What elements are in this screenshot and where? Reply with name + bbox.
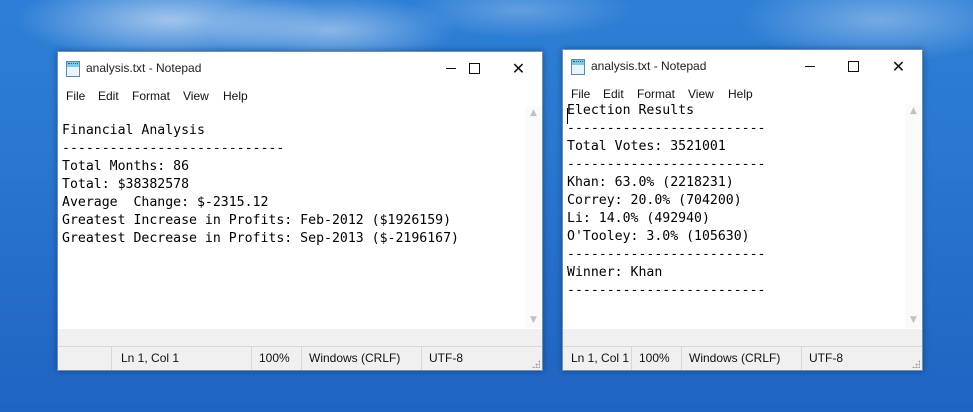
resize-grip-icon[interactable] [912,360,920,368]
text-line: O'Tooley: 3.0% (105630) [567,229,750,244]
text-line: ------------------------- [567,121,766,136]
menu-help[interactable]: Help [223,89,248,103]
status-encoding: UTF-8 [809,351,843,365]
status-encoding: UTF-8 [429,351,463,365]
text-line: Average Change: $-2315.12 [62,195,269,210]
status-divider [251,347,252,370]
text-line: Li: 14.0% (492940) [567,211,710,226]
text-line: Total: $38382578 [62,177,190,192]
status-divider [801,347,802,370]
window-title: analysis.txt - Notepad [591,59,707,73]
resize-grip-icon[interactable] [532,360,540,368]
text-line: Correy: 20.0% (704200) [567,193,742,208]
status-bar: Ln 1, Col 1 100% Windows (CRLF) UTF-8 [563,346,922,370]
menu-edit[interactable]: Edit [603,87,624,101]
minimize-icon [804,66,815,67]
menu-view[interactable]: View [688,87,714,101]
notepad-icon [66,61,80,77]
status-bar: Ln 1, Col 1 100% Windows (CRLF) UTF-8 [58,346,542,370]
vertical-scrollbar[interactable]: ▲ ▼ [525,106,542,328]
text-line: Khan: 63.0% (2218231) [567,175,734,190]
text-line: Financial Analysis [62,123,205,138]
close-button[interactable]: ✕ [876,50,921,83]
title-bar[interactable]: analysis.txt - Notepad ✕ [58,52,542,86]
window-title: analysis.txt - Notepad [86,61,202,75]
scroll-up-icon[interactable]: ▲ [909,107,918,116]
status-divider [301,347,302,370]
status-line-ending: Windows (CRLF) [689,351,781,365]
menu-edit[interactable]: Edit [98,89,119,103]
text-line: Greatest Decrease in Profits: Sep-2013 (… [62,231,459,246]
menu-file[interactable]: File [66,89,85,103]
status-position: Ln 1, Col 1 [121,351,180,365]
horizontal-scrollbar[interactable] [58,329,542,346]
text-line: Winner: Khan [567,265,663,280]
maximize-button[interactable] [831,50,876,83]
close-icon: ✕ [511,59,526,78]
menu-bar: File Edit Format View Help [563,84,922,104]
notepad-icon [571,59,585,75]
text-line: Election Results [567,103,695,118]
status-zoom: 100% [639,351,670,365]
text-line: Total Months: 86 [62,159,190,174]
status-divider [681,347,682,370]
text-line: ------------------------- [567,247,766,262]
menu-help[interactable]: Help [728,87,753,101]
title-bar[interactable]: analysis.txt - Notepad ✕ [563,50,922,84]
menu-view[interactable]: View [183,89,209,103]
close-button[interactable]: ✕ [496,52,541,85]
status-line-ending: Windows (CRLF) [309,351,401,365]
vertical-scrollbar[interactable]: ▲ ▼ [905,104,922,328]
scroll-up-icon[interactable]: ▲ [529,109,538,118]
maximize-icon [848,61,859,72]
notepad-window-election[interactable]: analysis.txt - Notepad ✕ File Edit Forma… [562,49,923,371]
status-position: Ln 1, Col 1 [571,351,630,365]
close-icon: ✕ [891,57,906,76]
text-editor[interactable]: Financial Analysis ---------------------… [58,106,542,328]
text-line: Total Votes: 3521001 [567,139,726,154]
maximize-icon [469,63,480,74]
text-line: Greatest Increase in Profits: Feb-2012 (… [62,213,452,228]
status-zoom: 100% [259,351,290,365]
menu-format[interactable]: Format [637,87,675,101]
status-divider [421,347,422,370]
notepad-window-financial[interactable]: analysis.txt - Notepad ✕ File Edit Forma… [57,51,543,371]
text-line: ------------------------- [567,157,766,172]
text-editor[interactable]: Election Results -----------------------… [563,103,922,328]
menu-bar: File Edit Format View Help [58,86,542,106]
text-line: ---------------------------- [62,141,285,156]
status-divider [111,347,112,370]
menu-file[interactable]: File [571,87,590,101]
text-line: ------------------------- [567,283,766,298]
minimize-button[interactable] [787,50,832,83]
menu-format[interactable]: Format [132,89,170,103]
scroll-down-icon[interactable]: ▼ [529,316,538,325]
horizontal-scrollbar[interactable] [563,329,922,346]
scroll-down-icon[interactable]: ▼ [909,316,918,325]
maximize-button[interactable] [452,52,497,85]
status-divider [631,347,632,370]
